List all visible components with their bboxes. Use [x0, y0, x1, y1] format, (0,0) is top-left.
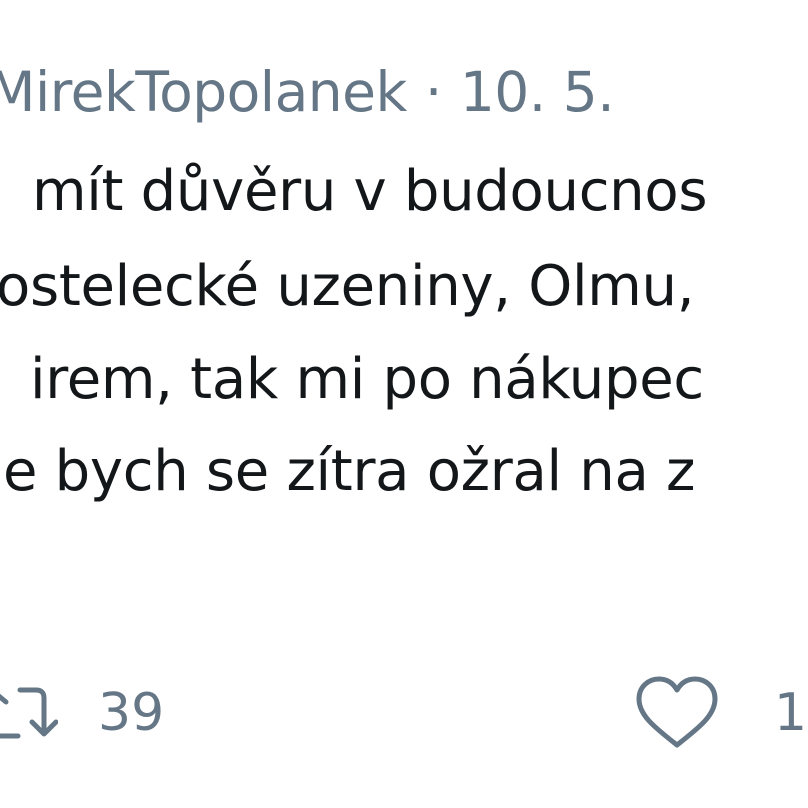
heart-icon[interactable]	[634, 675, 720, 751]
tweet-text-line: irem, tak mi po nákupec	[30, 347, 704, 412]
tweet-text-line: ostelecké uzeniny, Olmu,	[0, 254, 695, 319]
tweet-date[interactable]: 10. 5.	[460, 60, 615, 124]
tweet-text-line: mít důvěru v budoucnos	[32, 159, 708, 224]
tweet-header: MirekTopolanek · 10. 5.	[0, 52, 615, 132]
tweet-text-line: e bych se zítra ožral na z	[3, 439, 696, 504]
header-separator: ·	[424, 60, 442, 124]
like-button[interactable]: 1	[634, 668, 807, 758]
retweet-icon[interactable]	[0, 678, 58, 748]
retweet-count: 39	[98, 683, 165, 743]
tweet-card: MirekTopolanek · 10. 5. mít důvěru v budou…	[0, 0, 808, 808]
like-count: 1	[774, 683, 808, 743]
author-handle[interactable]: MirekTopolanek	[0, 60, 407, 124]
retweet-button[interactable]: 39	[0, 668, 164, 758]
